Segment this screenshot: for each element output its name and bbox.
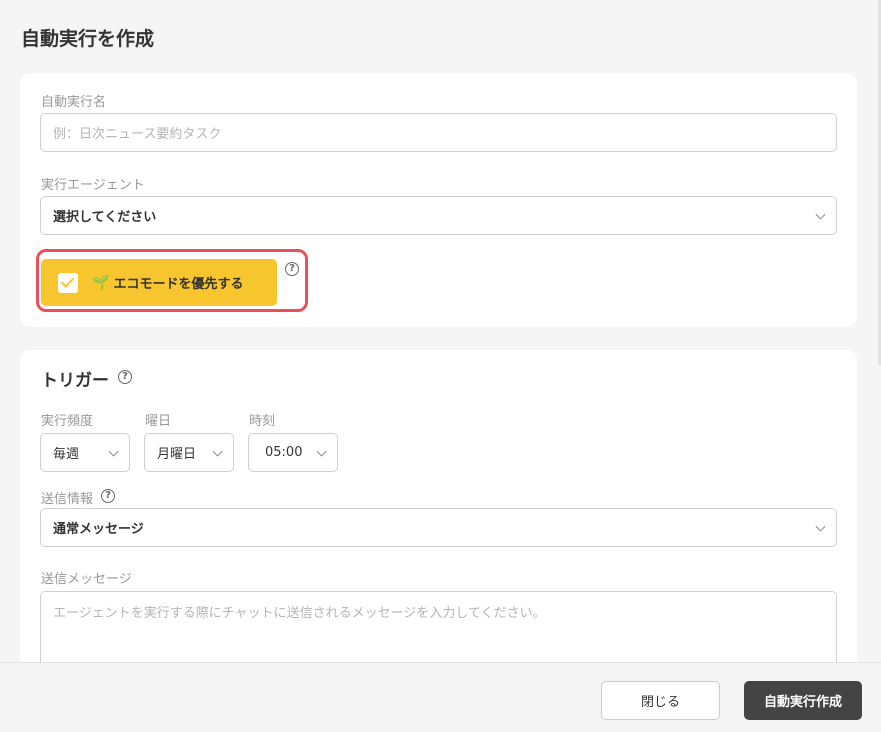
name-placeholder: 例：日次ニュース要約タスク xyxy=(53,127,222,142)
frequency-value: 毎週 xyxy=(53,447,80,462)
close-button[interactable]: 閉じる xyxy=(601,681,720,720)
create-automation-button[interactable]: 自動実行作成 xyxy=(744,681,862,720)
send-info-label: 送信情報 xyxy=(41,492,94,507)
message-placeholder: エージェントを実行する際にチャットに送信されるメッセージを入力してください。 xyxy=(53,606,546,621)
frequency-select[interactable]: 毎週 xyxy=(40,433,130,472)
chevron-down-icon xyxy=(108,446,119,457)
weekday-value: 月曜日 xyxy=(157,447,197,462)
sprout-icon: 🌱 xyxy=(92,274,110,291)
weekday-label: 曜日 xyxy=(145,414,172,429)
eco-mode-checkbox[interactable] xyxy=(58,272,78,293)
eco-mode-toggle[interactable]: 🌱 エコモードを優先する xyxy=(41,259,277,306)
time-select[interactable]: 05:00 xyxy=(248,433,338,472)
trigger-title: トリガー xyxy=(41,371,109,391)
chevron-down-icon xyxy=(212,446,223,457)
chevron-down-icon xyxy=(815,521,826,532)
agent-label: 実行エージェント xyxy=(41,178,145,193)
dialog-title: 自動実行を作成 xyxy=(21,28,155,50)
send-info-select[interactable]: 通常メッセージ xyxy=(40,508,837,547)
time-label: 時刻 xyxy=(249,414,276,429)
frequency-label: 実行頻度 xyxy=(41,414,94,429)
agent-select-value: 選択してください xyxy=(53,210,157,225)
trigger-help-icon[interactable]: ? xyxy=(118,370,132,384)
create-automation-dialog: 自動実行を作成 自動実行名 例：日次ニュース要約タスク 実行エージェント 選択し… xyxy=(0,0,881,732)
send-info-value: 通常メッセージ xyxy=(53,522,144,537)
time-value: 05:00 xyxy=(265,445,303,460)
message-label: 送信メッセージ xyxy=(41,572,132,587)
send-info-help-icon[interactable]: ? xyxy=(101,489,115,503)
weekday-select[interactable]: 月曜日 xyxy=(144,433,234,472)
chevron-down-icon xyxy=(815,209,826,220)
name-input[interactable]: 例：日次ニュース要約タスク xyxy=(40,113,837,152)
eco-help-icon[interactable]: ? xyxy=(285,262,299,276)
name-label: 自動実行名 xyxy=(41,95,107,110)
message-textarea[interactable]: エージェントを実行する際にチャットに送信されるメッセージを入力してください。 xyxy=(40,591,837,671)
chevron-down-icon xyxy=(316,446,327,457)
agent-select[interactable]: 選択してください xyxy=(40,196,837,235)
eco-mode-label: エコモードを優先する xyxy=(113,277,244,292)
